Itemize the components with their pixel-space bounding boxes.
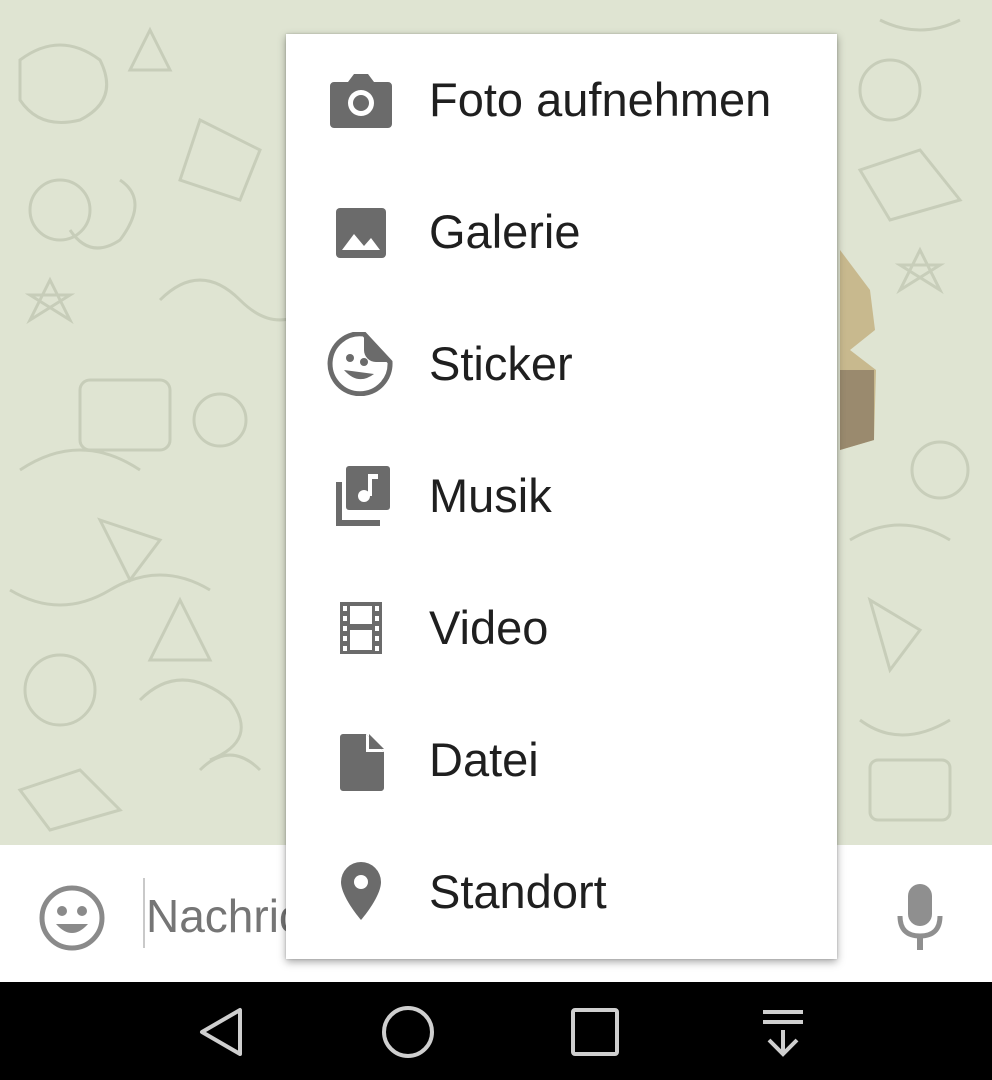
menu-item-label: Datei bbox=[429, 733, 539, 786]
attachment-menu: Foto aufnehmen Galerie Sticker Musik Vid… bbox=[286, 34, 837, 959]
menu-item-file[interactable]: Datei bbox=[286, 694, 837, 826]
location-pin-icon bbox=[341, 862, 381, 920]
menu-item-label: Standort bbox=[429, 865, 607, 918]
text-caret bbox=[143, 878, 145, 948]
menu-item-label: Galerie bbox=[429, 205, 581, 258]
emoji-icon bbox=[39, 885, 105, 951]
file-icon bbox=[340, 734, 384, 791]
pull-down-icon bbox=[763, 1010, 803, 1057]
menu-item-music[interactable]: Musik bbox=[286, 430, 837, 562]
nav-home-button[interactable] bbox=[380, 1004, 436, 1060]
menu-item-label: Sticker bbox=[429, 337, 573, 390]
voice-record-button[interactable] bbox=[896, 882, 944, 952]
image-icon bbox=[336, 208, 386, 258]
menu-item-location[interactable]: Standort bbox=[286, 826, 837, 958]
music-library-icon bbox=[336, 466, 390, 526]
menu-item-take-photo[interactable]: Foto aufnehmen bbox=[286, 34, 837, 166]
menu-item-video[interactable]: Video bbox=[286, 562, 837, 694]
microphone-icon bbox=[897, 884, 943, 950]
menu-item-label: Musik bbox=[429, 469, 552, 522]
emoji-button[interactable] bbox=[38, 884, 106, 952]
message-input[interactable] bbox=[146, 886, 286, 946]
recents-square-icon bbox=[571, 1008, 619, 1056]
menu-item-sticker[interactable]: Sticker bbox=[286, 298, 837, 430]
sticker-preview bbox=[840, 250, 876, 450]
film-icon bbox=[340, 602, 382, 654]
system-nav-bar bbox=[0, 982, 992, 1080]
menu-item-label: Video bbox=[429, 601, 549, 654]
menu-item-gallery[interactable]: Galerie bbox=[286, 166, 837, 298]
menu-item-label: Foto aufnehmen bbox=[429, 73, 772, 126]
back-triangle-icon bbox=[200, 1008, 242, 1056]
camera-icon bbox=[330, 74, 392, 128]
nav-back-button[interactable] bbox=[194, 1004, 250, 1060]
nav-notifications-button[interactable] bbox=[755, 1004, 811, 1060]
nav-recents-button[interactable] bbox=[567, 1004, 623, 1060]
home-circle-icon bbox=[382, 1006, 434, 1058]
sticker-icon bbox=[327, 332, 393, 396]
